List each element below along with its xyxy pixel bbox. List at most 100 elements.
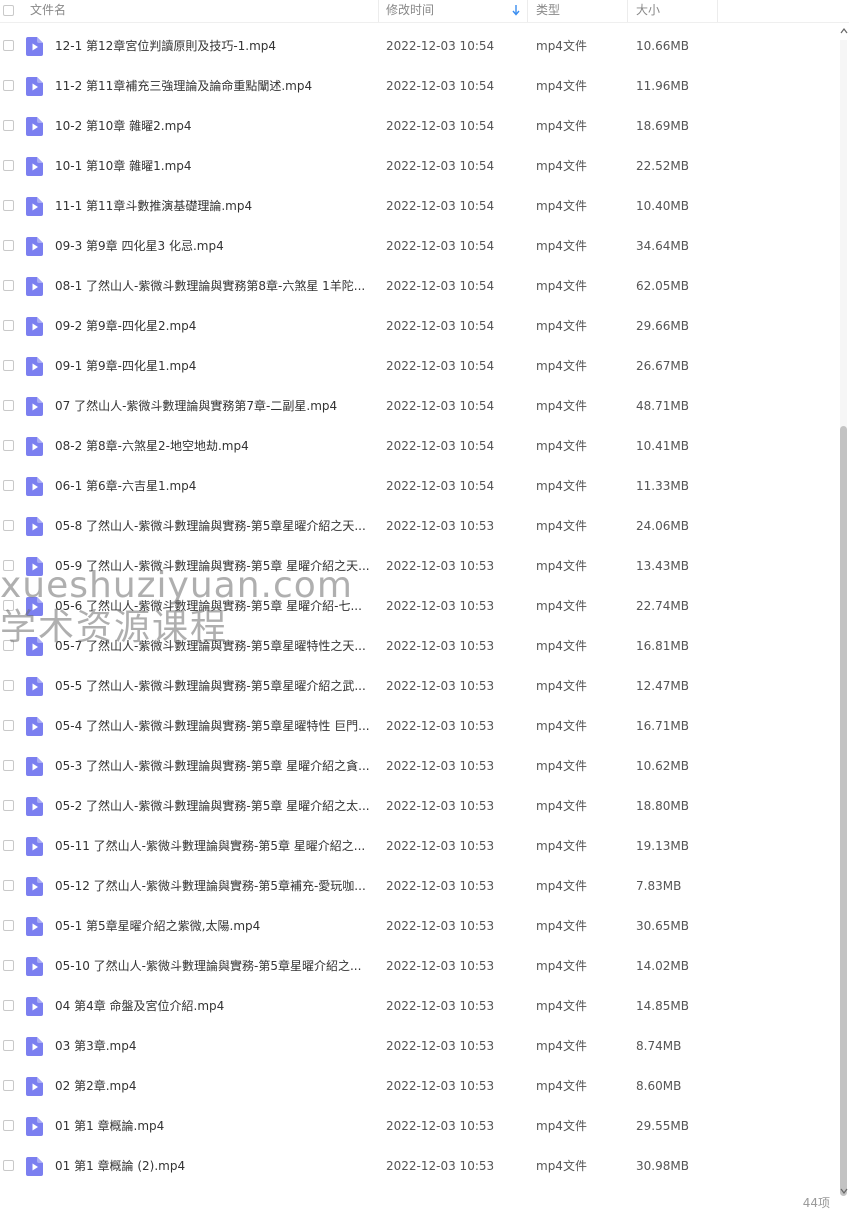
row-checkbox[interactable] [3,1160,14,1171]
scroll-down-icon[interactable] [839,1186,849,1196]
row-checkbox[interactable] [3,240,14,251]
file-name[interactable]: 05-8 了然山人-紫微斗數理論與實務-第5章星曜介紹之天... [55,506,375,546]
file-row[interactable]: 05-4 了然山人-紫微斗數理論與實務-第5章星曜特性 巨門... 2022-12… [0,706,835,746]
row-checkbox[interactable] [3,440,14,451]
file-name[interactable]: 09-1 第9章-四化星1.mp4 [55,346,375,386]
file-name[interactable]: 05-9 了然山人-紫微斗數理論與實務-第5章 星曜介紹之天... [55,546,375,586]
file-row[interactable]: 05-8 了然山人-紫微斗數理論與實務-第5章星曜介紹之天... 2022-12-… [0,506,835,546]
select-all-checkbox[interactable] [3,5,14,16]
file-row[interactable]: 09-1 第9章-四化星1.mp4 2022-12-03 10:54 mp4文件 26… [0,346,835,386]
file-row[interactable]: 01 第1 章概論.mp4 2022-12-03 10:53 mp4文件 29.55M… [0,1106,835,1146]
column-header-name[interactable]: 文件名 [30,0,66,22]
column-divider[interactable] [717,0,718,22]
file-name[interactable]: 08-1 了然山人-紫微斗數理論與實務第8章-六煞星 1羊陀... [55,266,375,306]
file-row[interactable]: 07 了然山人-紫微斗數理論與實務第7章-二副星.mp4 2022-12-03 1… [0,386,835,426]
column-divider[interactable] [627,0,628,22]
file-name[interactable]: 09-2 第9章-四化星2.mp4 [55,306,375,346]
file-row[interactable]: 11-2 第11章補充三強理論及論命重點闡述.mp4 2022-12-03 10:… [0,66,835,106]
row-checkbox[interactable] [3,800,14,811]
file-row[interactable]: 04 第4章 命盤及宮位介紹.mp4 2022-12-03 10:53 mp4文件 1… [0,986,835,1026]
file-name[interactable]: 07 了然山人-紫微斗數理論與實務第7章-二副星.mp4 [55,386,375,426]
row-checkbox[interactable] [3,720,14,731]
row-checkbox[interactable] [3,160,14,171]
file-row[interactable]: 09-2 第9章-四化星2.mp4 2022-12-03 10:54 mp4文件 29… [0,306,835,346]
file-row[interactable]: 01 第1 章概論 (2).mp4 2022-12-03 10:53 mp4文件 30… [0,1146,835,1186]
column-divider[interactable] [378,0,379,22]
file-name[interactable]: 01 第1 章概論.mp4 [55,1106,375,1146]
row-checkbox[interactable] [3,80,14,91]
file-row[interactable]: 11-1 第11章斗數推演基礎理論.mp4 2022-12-03 10:54 mp4… [0,186,835,226]
file-row[interactable]: 12-1 第12章宮位判讀原則及技巧-1.mp4 2022-12-03 10:54… [0,26,835,66]
file-row[interactable]: 03 第3章.mp4 2022-12-03 10:53 mp4文件 8.74MB [0,1026,835,1066]
file-row[interactable]: 05-1 第5章星曜介紹之紫微,太陽.mp4 2022-12-03 10:53 mp… [0,906,835,946]
file-name[interactable]: 05-4 了然山人-紫微斗數理論與實務-第5章星曜特性 巨門... [55,706,375,746]
row-checkbox[interactable] [3,360,14,371]
row-checkbox[interactable] [3,680,14,691]
row-checkbox[interactable] [3,1040,14,1051]
row-checkbox[interactable] [3,960,14,971]
file-name[interactable]: 12-1 第12章宮位判讀原則及技巧-1.mp4 [55,26,375,66]
row-checkbox[interactable] [3,280,14,291]
row-checkbox[interactable] [3,640,14,651]
row-checkbox[interactable] [3,1120,14,1131]
scroll-up-icon[interactable] [839,26,849,36]
file-name[interactable]: 09-3 第9章 四化星3 化忌.mp4 [55,226,375,266]
file-row[interactable]: 05-7 了然山人-紫微斗數理論與實務-第5章星曜特性之天... 2022-12-… [0,626,835,666]
row-checkbox[interactable] [3,200,14,211]
column-header-modified[interactable]: 修改时间 [386,0,434,22]
file-name[interactable]: 05-5 了然山人-紫微斗數理論與實務-第5章星曜介紹之武... [55,666,375,706]
file-row[interactable]: 05-2 了然山人-紫微斗數理論與實務-第5章 星曜介紹之太... 2022-12… [0,786,835,826]
file-name[interactable]: 05-3 了然山人-紫微斗數理論與實務-第5章 星曜介紹之貪... [55,746,375,786]
row-checkbox[interactable] [3,600,14,611]
file-name[interactable]: 11-2 第11章補充三強理論及論命重點闡述.mp4 [55,66,375,106]
column-header-size[interactable]: 大小 [636,0,660,22]
file-name[interactable]: 10-1 第10章 雜曜1.mp4 [55,146,375,186]
file-name[interactable]: 01 第1 章概論 (2).mp4 [55,1146,375,1186]
file-name[interactable]: 03 第3章.mp4 [55,1026,375,1066]
row-checkbox[interactable] [3,1080,14,1091]
file-name[interactable]: 04 第4章 命盤及宮位介紹.mp4 [55,986,375,1026]
file-row[interactable]: 09-3 第9章 四化星3 化忌.mp4 2022-12-03 10:54 mp4文… [0,226,835,266]
file-name[interactable]: 11-1 第11章斗數推演基礎理論.mp4 [55,186,375,226]
row-checkbox[interactable] [3,480,14,491]
column-header-type[interactable]: 类型 [536,0,560,22]
column-divider[interactable] [527,0,528,22]
row-checkbox[interactable] [3,520,14,531]
scroll-thumb[interactable] [840,426,847,1196]
file-row[interactable]: 10-2 第10章 雜曜2.mp4 2022-12-03 10:54 mp4文件 18… [0,106,835,146]
file-name[interactable]: 06-1 第6章-六吉星1.mp4 [55,466,375,506]
file-row[interactable]: 02 第2章.mp4 2022-12-03 10:53 mp4文件 8.60MB [0,1066,835,1106]
row-checkbox[interactable] [3,1000,14,1011]
file-row[interactable]: 08-1 了然山人-紫微斗數理論與實務第8章-六煞星 1羊陀... 2022-12… [0,266,835,306]
sort-descending-icon[interactable] [511,3,521,17]
row-checkbox[interactable] [3,760,14,771]
row-checkbox[interactable] [3,40,14,51]
row-checkbox[interactable] [3,400,14,411]
file-row[interactable]: 10-1 第10章 雜曜1.mp4 2022-12-03 10:54 mp4文件 22… [0,146,835,186]
file-row[interactable]: 05-11 了然山人-紫微斗數理論與實務-第5章 星曜介紹之... 2022-12… [0,826,835,866]
file-row[interactable]: 05-3 了然山人-紫微斗數理論與實務-第5章 星曜介紹之貪... 2022-12… [0,746,835,786]
file-row[interactable]: 05-9 了然山人-紫微斗數理論與實務-第5章 星曜介紹之天... 2022-12… [0,546,835,586]
file-name[interactable]: 05-1 第5章星曜介紹之紫微,太陽.mp4 [55,906,375,946]
file-name[interactable]: 05-7 了然山人-紫微斗數理論與實務-第5章星曜特性之天... [55,626,375,666]
file-name[interactable]: 10-2 第10章 雜曜2.mp4 [55,106,375,146]
file-name[interactable]: 05-6 了然山人-紫微斗數理論與實務-第5章 星曜介紹-七... [55,586,375,626]
file-row[interactable]: 06-1 第6章-六吉星1.mp4 2022-12-03 10:54 mp4文件 11… [0,466,835,506]
file-name[interactable]: 05-2 了然山人-紫微斗數理論與實務-第5章 星曜介紹之太... [55,786,375,826]
vertical-scrollbar[interactable] [838,26,849,1196]
row-checkbox[interactable] [3,560,14,571]
file-row[interactable]: 05-6 了然山人-紫微斗數理論與實務-第5章 星曜介紹-七... 2022-12… [0,586,835,626]
file-name[interactable]: 05-11 了然山人-紫微斗數理論與實務-第5章 星曜介紹之... [55,826,375,866]
file-row[interactable]: 05-10 了然山人-紫微斗數理論與實務-第5章星曜介紹之... 2022-12-… [0,946,835,986]
row-checkbox[interactable] [3,880,14,891]
file-name[interactable]: 05-10 了然山人-紫微斗數理論與實務-第5章星曜介紹之... [55,946,375,986]
file-row[interactable]: 05-5 了然山人-紫微斗數理論與實務-第5章星曜介紹之武... 2022-12-… [0,666,835,706]
file-name[interactable]: 08-2 第8章-六煞星2-地空地劫.mp4 [55,426,375,466]
file-name[interactable]: 05-12 了然山人-紫微斗數理論與實務-第5章補充-愛玩咖... [55,866,375,906]
row-checkbox[interactable] [3,920,14,931]
file-row[interactable]: 08-2 第8章-六煞星2-地空地劫.mp4 2022-12-03 10:54 mp… [0,426,835,466]
file-name[interactable]: 02 第2章.mp4 [55,1066,375,1106]
row-checkbox[interactable] [3,320,14,331]
row-checkbox[interactable] [3,120,14,131]
file-row[interactable]: 05-12 了然山人-紫微斗數理論與實務-第5章補充-愛玩咖... 2022-12… [0,866,835,906]
